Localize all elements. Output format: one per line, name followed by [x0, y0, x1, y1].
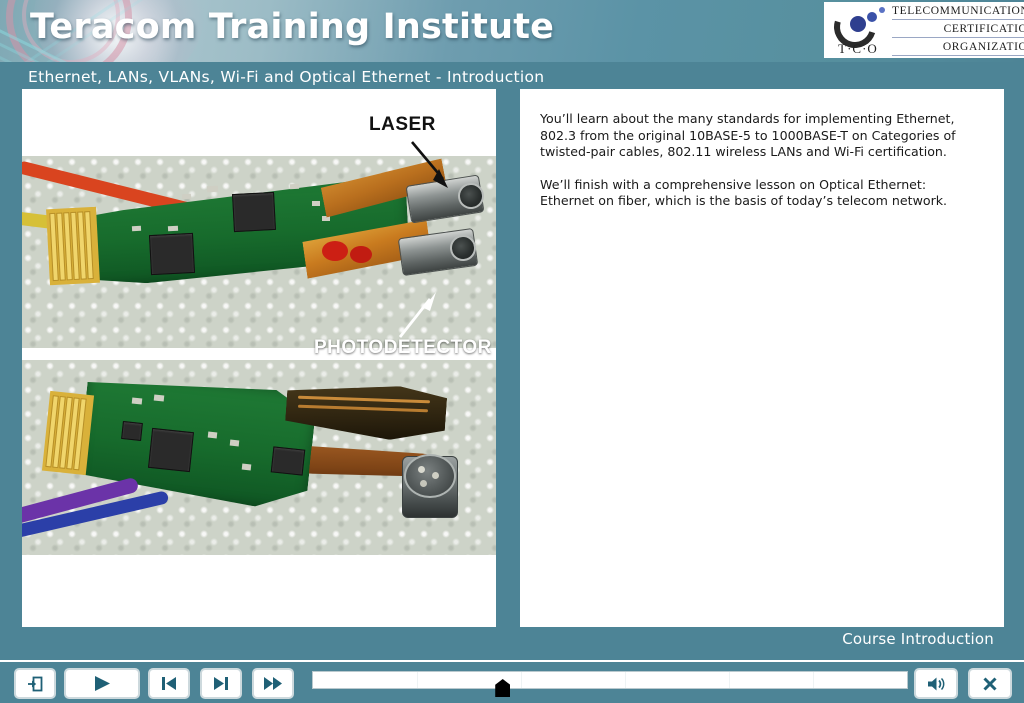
body-paragraph-1: You’ll learn about the many standards fo…: [540, 111, 956, 159]
ic-chip: [148, 427, 194, 473]
tco-line-organization: ORGANIZATION: [892, 40, 1024, 56]
play-icon: [92, 675, 112, 692]
next-button[interactable]: [200, 668, 242, 699]
fast-forward-button[interactable]: [252, 668, 294, 699]
red-solder-blob: [350, 246, 372, 263]
slide-image-panel: LASER PHOTODETECTOR: [22, 89, 496, 627]
brand-title: Teracom Training Institute: [30, 7, 555, 47]
slide-text-panel: You’ll learn about the many standards fo…: [520, 89, 1004, 627]
next-icon: [212, 676, 230, 691]
to-can-face: [404, 454, 456, 498]
photodetector-callout-arrow-icon: [398, 292, 436, 338]
progress-seek-bar[interactable]: [312, 671, 908, 689]
exit-icon: [27, 676, 43, 692]
close-icon: [982, 676, 998, 692]
laser-callout-arrow-icon: [411, 141, 448, 188]
photo-transceiver-bottom: [22, 360, 496, 555]
course-section-label: Course Introduction: [842, 630, 994, 648]
photodetector-callout-label: PHOTODETECTOR: [314, 337, 492, 358]
tco-line-certification: CERTIFICATION: [892, 22, 1024, 38]
gold-contact-fingers-top: [46, 206, 100, 286]
tco-logo: T·C·O TELECOMMUNICATIONS CERTIFICATION O…: [824, 0, 1024, 58]
play-button[interactable]: [64, 668, 140, 699]
presentation-viewer: Teracom Training Institute T·C·O TELECOM…: [0, 0, 1024, 703]
previous-button[interactable]: [148, 668, 190, 699]
previous-icon: [160, 676, 178, 691]
laser-callout-label: LASER: [369, 114, 436, 135]
app-header: Teracom Training Institute T·C·O TELECOM…: [0, 0, 1024, 62]
ic-chip: [148, 232, 196, 276]
ic-chip: [270, 446, 306, 476]
slide-subtitle: Ethernet, LANs, VLANs, Wi-Fi and Optical…: [28, 68, 545, 86]
volume-button[interactable]: [914, 668, 958, 699]
gold-contact-fingers-bottom: [41, 390, 95, 476]
tco-line-telecommunications: TELECOMMUNICATIONS: [892, 4, 1024, 20]
ic-chip: [232, 191, 276, 233]
tco-mark-letters: T·C·O: [838, 41, 878, 56]
tco-wordmark: TELECOMMUNICATIONS CERTIFICATION ORGANIZ…: [892, 2, 1024, 58]
close-button[interactable]: [968, 668, 1012, 699]
volume-icon: [926, 676, 946, 692]
tco-mark-icon: T·C·O: [824, 0, 892, 58]
ic-chip: [121, 421, 143, 441]
body-paragraph-2: We’ll finish with a comprehensive lesson…: [540, 176, 948, 209]
red-solder-blob: [322, 241, 348, 261]
fast-forward-icon: [263, 676, 283, 691]
exit-button[interactable]: [14, 668, 56, 699]
